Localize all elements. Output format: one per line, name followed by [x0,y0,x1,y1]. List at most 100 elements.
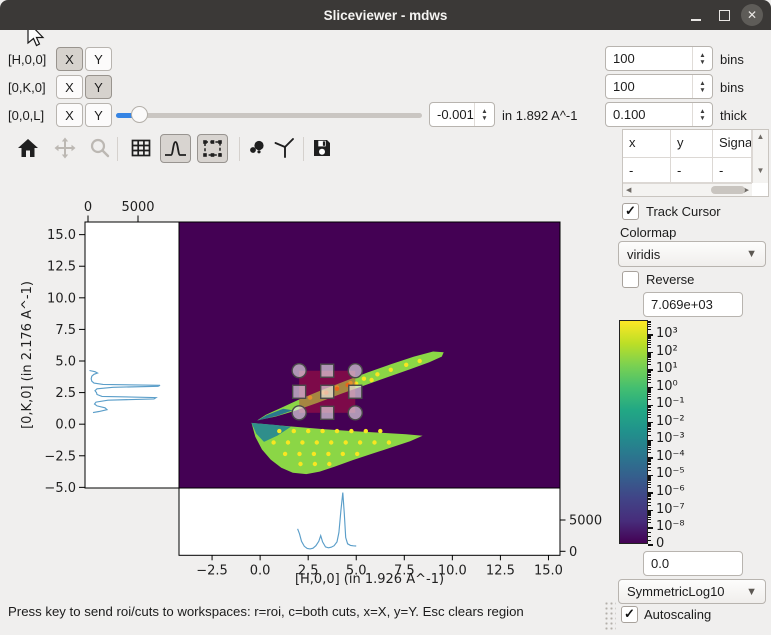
track-cursor-checkbox[interactable]: ✓ [622,203,639,220]
clim-max-input[interactable]: 7.069e+03 [643,292,743,317]
0k0-y-button[interactable]: Y [85,75,112,99]
roi-edge-handle[interactable] [321,364,334,377]
scroll-left-icon[interactable]: ◀ [626,186,631,194]
bragg-peak-dot [298,462,302,466]
bragg-peak-dot [292,429,296,433]
roi-edge-handle[interactable] [293,385,306,398]
roi-corner-handle[interactable] [348,364,362,378]
reverse-checkbox[interactable] [622,271,639,288]
dim-label-00l: [0,0,L] [8,108,44,123]
y-tick-label: 7.5 [55,323,76,338]
roi-corner-handle[interactable] [292,364,306,378]
home-button[interactable] [16,136,40,163]
bragg-peak-dot [389,368,393,372]
spin-arrows-icon[interactable]: ▲▼ [474,103,494,126]
0k0-bins-label: bins [720,80,744,95]
spin-arrows-icon[interactable]: ▲▼ [692,75,712,98]
slice-value-spinbox[interactable]: -0.001 ▲▼ [429,102,495,127]
x-cut-plot[interactable] [179,488,560,555]
pan-icon [53,136,77,160]
0k0-bins-spinbox[interactable]: 100 ▲▼ [605,74,713,99]
colorbar [619,320,648,544]
bragg-peak-dot [326,452,330,456]
save-icon [310,136,334,160]
x-tick-label: 0.0 [250,563,271,578]
x-tick-label: 12.5 [486,563,515,578]
roi-edge-handle[interactable] [349,385,362,398]
table-horizontal-scrollbar[interactable]: ◀ ▶ [623,183,752,196]
toolbar-separator [303,137,304,161]
non-orthogonal-axes-button[interactable] [272,135,298,164]
h00-y-button[interactable]: Y [85,47,112,71]
slice-slider-track[interactable] [116,113,422,118]
h00-x-button[interactable]: X [56,47,83,71]
table-header-x: x [623,130,671,158]
magnifier-icon [88,136,112,160]
thickness-spinbox[interactable]: 0.100 ▲▼ [605,102,713,127]
grid-icon [129,136,153,160]
scrollbar-handle[interactable] [711,186,745,194]
colormap-select[interactable]: viridis ▼ [618,241,766,267]
bragg-peak-dot [418,359,422,363]
roi-toggle-button[interactable] [197,134,228,163]
y-tick-label: −2.5 [44,449,76,464]
peaks-overlay-button[interactable] [246,136,270,163]
slice-slider-handle[interactable] [131,106,148,123]
maximize-button[interactable] [713,4,735,26]
bragg-peak-dot [349,429,353,433]
spin-arrows-icon[interactable]: ▲▼ [692,103,712,126]
save-button[interactable] [310,136,334,163]
y-tick-label: 10.0 [47,291,76,306]
bragg-peak-dot [404,363,408,367]
bragg-peak-dot [375,372,379,376]
scroll-up-icon[interactable]: ▲ [753,132,768,141]
roi-corner-handle[interactable] [348,406,362,420]
bragg-peak-dot [329,440,333,444]
y-cut-plot[interactable] [85,222,179,488]
window-title: Sliceviewer - mdws [324,8,448,23]
minimize-button[interactable] [685,4,707,26]
colormap-label: Colormap [620,225,676,240]
roi-icon [198,135,227,162]
autoscaling-label: Autoscaling [644,607,711,622]
zoom-button[interactable] [88,136,112,163]
scroll-down-icon[interactable]: ▼ [753,166,768,175]
roi-edge-handle[interactable] [321,406,334,419]
y-tick-label: −5.0 [44,481,76,496]
table-header-signal: Signal [713,130,752,158]
00l-y-button[interactable]: Y [85,103,112,127]
track-cursor-label: Track Cursor [646,204,721,219]
bragg-peak-dot [277,429,281,433]
bragg-peak-dot [364,429,368,433]
close-button[interactable]: ✕ [741,4,763,26]
slice-units-label: in 1.892 A^-1 [502,108,578,123]
x-axis-label: [H,0,0] (in 1.926 A^-1) [295,572,444,587]
h00-bins-spinbox[interactable]: 100 ▲▼ [605,46,713,71]
table-vertical-scrollbar[interactable]: ▲▼ [752,130,768,183]
grid-button[interactable] [129,136,153,163]
scale-type-select[interactable]: SymmetricLog10 ▼ [618,579,766,604]
bragg-peak-dot [320,429,324,433]
line-cuts-toggle-button[interactable] [160,134,191,163]
roi-edge-handle[interactable] [321,385,334,398]
autoscaling-checkbox[interactable]: ✓ [621,606,638,623]
spin-arrows-icon[interactable]: ▲▼ [692,47,712,70]
bragg-peak-dot [335,429,339,433]
toolbar-separator [239,137,240,161]
y-tick-label: 0.0 [55,418,76,433]
bragg-peak-dot [362,377,366,381]
pan-button[interactable] [53,136,77,163]
bragg-peak-dot [313,462,317,466]
roi-corner-handle[interactable] [292,406,306,420]
table-cell: - [671,158,713,183]
bragg-peak-dot [286,440,290,444]
bragg-peak-dot [297,452,301,456]
00l-x-button[interactable]: X [56,103,83,127]
clim-min-input[interactable]: 0.0 [643,551,743,576]
dim-label-h00: [H,0,0] [8,52,46,67]
splitter-handle[interactable] [604,601,616,631]
0k0-x-button[interactable]: X [56,75,83,99]
home-icon [16,136,40,160]
bragg-peak-dot [312,452,316,456]
peaks-icon [246,136,270,160]
